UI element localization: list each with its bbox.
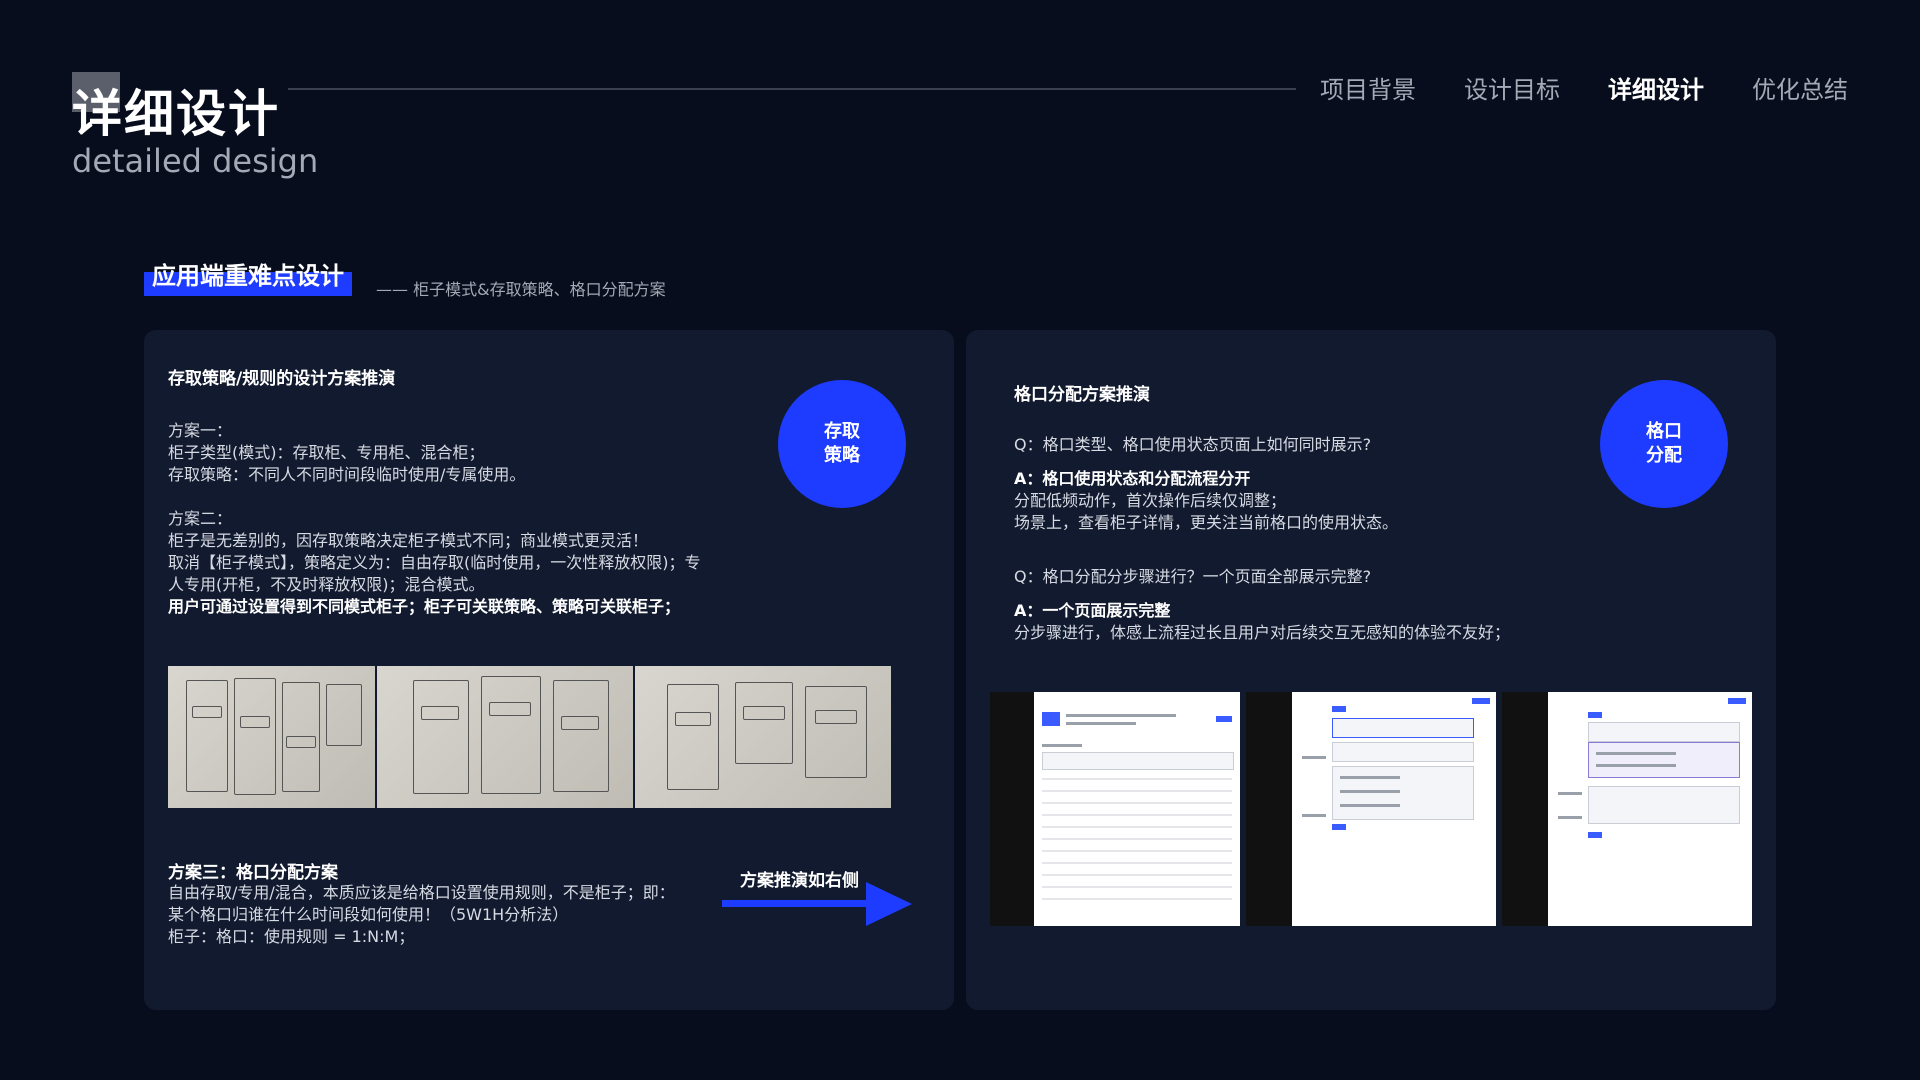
screenshot-allocation-rules (1502, 692, 1752, 926)
plan-three-title: 方案三：格口分配方案 (168, 863, 338, 883)
answer-two: A：一个页面展示完整 分步骤进行，体感上流程过长且用户对后续交互无感知的体验不友… (1014, 600, 1510, 644)
text-line: 某个格口归谁在什么时间段如何使用！（5W1H分析法） (168, 905, 569, 924)
text-line: 柜子：格口：使用规则 = 1:N:M； (168, 927, 415, 946)
text-line: 分步骤进行，体感上流程过长且用户对后续交互无感知的体验不友好； (1014, 623, 1511, 642)
plan-three: 自由存取/专用/混合，本质应该是给格口设置使用规则，不是柜子；即： 某个格口归谁… (168, 882, 688, 948)
section-title: 应用端重难点设计 (152, 262, 344, 290)
text-line: 分配低频动作，首次操作后续仅调整； (1014, 491, 1287, 510)
page-subtitle: detailed design (72, 142, 319, 180)
question-one: Q：格口类型、格口使用状态页面上如何同时展示? (1014, 435, 1372, 454)
plan-one: 方案一： 柜子类型(模式)：存取柜、专用柜、混合柜； 存取策略：不同人不同时间段… (168, 420, 525, 486)
text-line: 场景上，查看柜子详情，更关注当前格口的使用状态。 (1014, 513, 1399, 532)
nav-item-goals[interactable]: 设计目标 (1464, 70, 1560, 105)
answer-one: A：格口使用状态和分配流程分开 分配低频动作，首次操作后续仅调整； 场景上，查看… (1014, 468, 1398, 534)
strategy-heading: 存取策略/规则的设计方案推演 (168, 369, 396, 389)
text-line: 柜子是无差别的，因存取策略决定柜子模式不同；商业模式更灵活！ (168, 531, 649, 550)
badge-line: 分配 (1646, 445, 1682, 466)
strategy-badge: 存取 策略 (778, 380, 906, 508)
strategy-panel: 存取策略/规则的设计方案推演 存取策略 方案一： 柜子类型(模式)：存取柜、专用… (144, 330, 954, 1010)
nav-item-summary[interactable]: 优化总结 (1752, 70, 1848, 105)
allocation-badge: 格口 分配 (1600, 380, 1728, 508)
sketch-image (377, 666, 633, 808)
text-line: 取消【柜子模式】，策略定义为：自由存取(临时使用，一次性释放权限)；专 (168, 553, 701, 572)
allocation-heading: 格口分配方案推演 (1014, 385, 1150, 405)
text-line: 自由存取/专用/混合，本质应该是给格口设置使用规则，不是柜子；即： (168, 883, 675, 902)
sketch-image (635, 666, 891, 808)
question-two: Q：格口分配分步骤进行？一个页面全部展示完整? (1014, 567, 1372, 586)
screenshot-allocation-form (1246, 692, 1496, 926)
badge-line: 策略 (824, 445, 860, 466)
text-line: 人专用(开柜，不及时释放权限)；混合模式。 (168, 575, 485, 594)
badge-line: 存取 (824, 421, 860, 442)
right-arrow-icon (722, 882, 912, 926)
text-line: 存取策略：不同人不同时间段临时使用/专属使用。 (168, 465, 526, 484)
text-line-bold: 用户可通过设置得到不同模式柜子；柜子可关联策略、策略可关联柜子； (168, 597, 681, 616)
nav-item-detailed-design[interactable]: 详细设计 (1608, 70, 1704, 105)
sketch-image (168, 666, 375, 808)
text-line: 柜子类型(模式)：存取柜、专用柜、混合柜； (168, 443, 485, 462)
text-line: 方案一： (168, 421, 233, 440)
answer-bold: A：格口使用状态和分配流程分开 (1014, 469, 1251, 488)
screenshot-compartment-list (990, 692, 1240, 926)
text-line: 方案二： (168, 509, 233, 528)
allocation-panel: 格口分配方案推演 格口分配 Q：格口类型、格口使用状态页面上如何同时展示? A：… (966, 330, 1776, 1010)
page-title: 详细设计 (72, 85, 280, 143)
badge-line: 格口 (1646, 421, 1682, 442)
answer-bold: A：一个页面展示完整 (1014, 601, 1171, 620)
plan-two: 方案二： 柜子是无差别的，因存取策略决定柜子模式不同；商业模式更灵活！ 取消【柜… (168, 508, 728, 618)
nav-item-background[interactable]: 项目背景 (1320, 70, 1416, 105)
top-nav: 项目背景 设计目标 详细设计 优化总结 (1320, 70, 1848, 105)
header-divider (288, 88, 1296, 90)
section-subtitle: —— 柜子模式&存取策略、格口分配方案 (376, 280, 666, 299)
